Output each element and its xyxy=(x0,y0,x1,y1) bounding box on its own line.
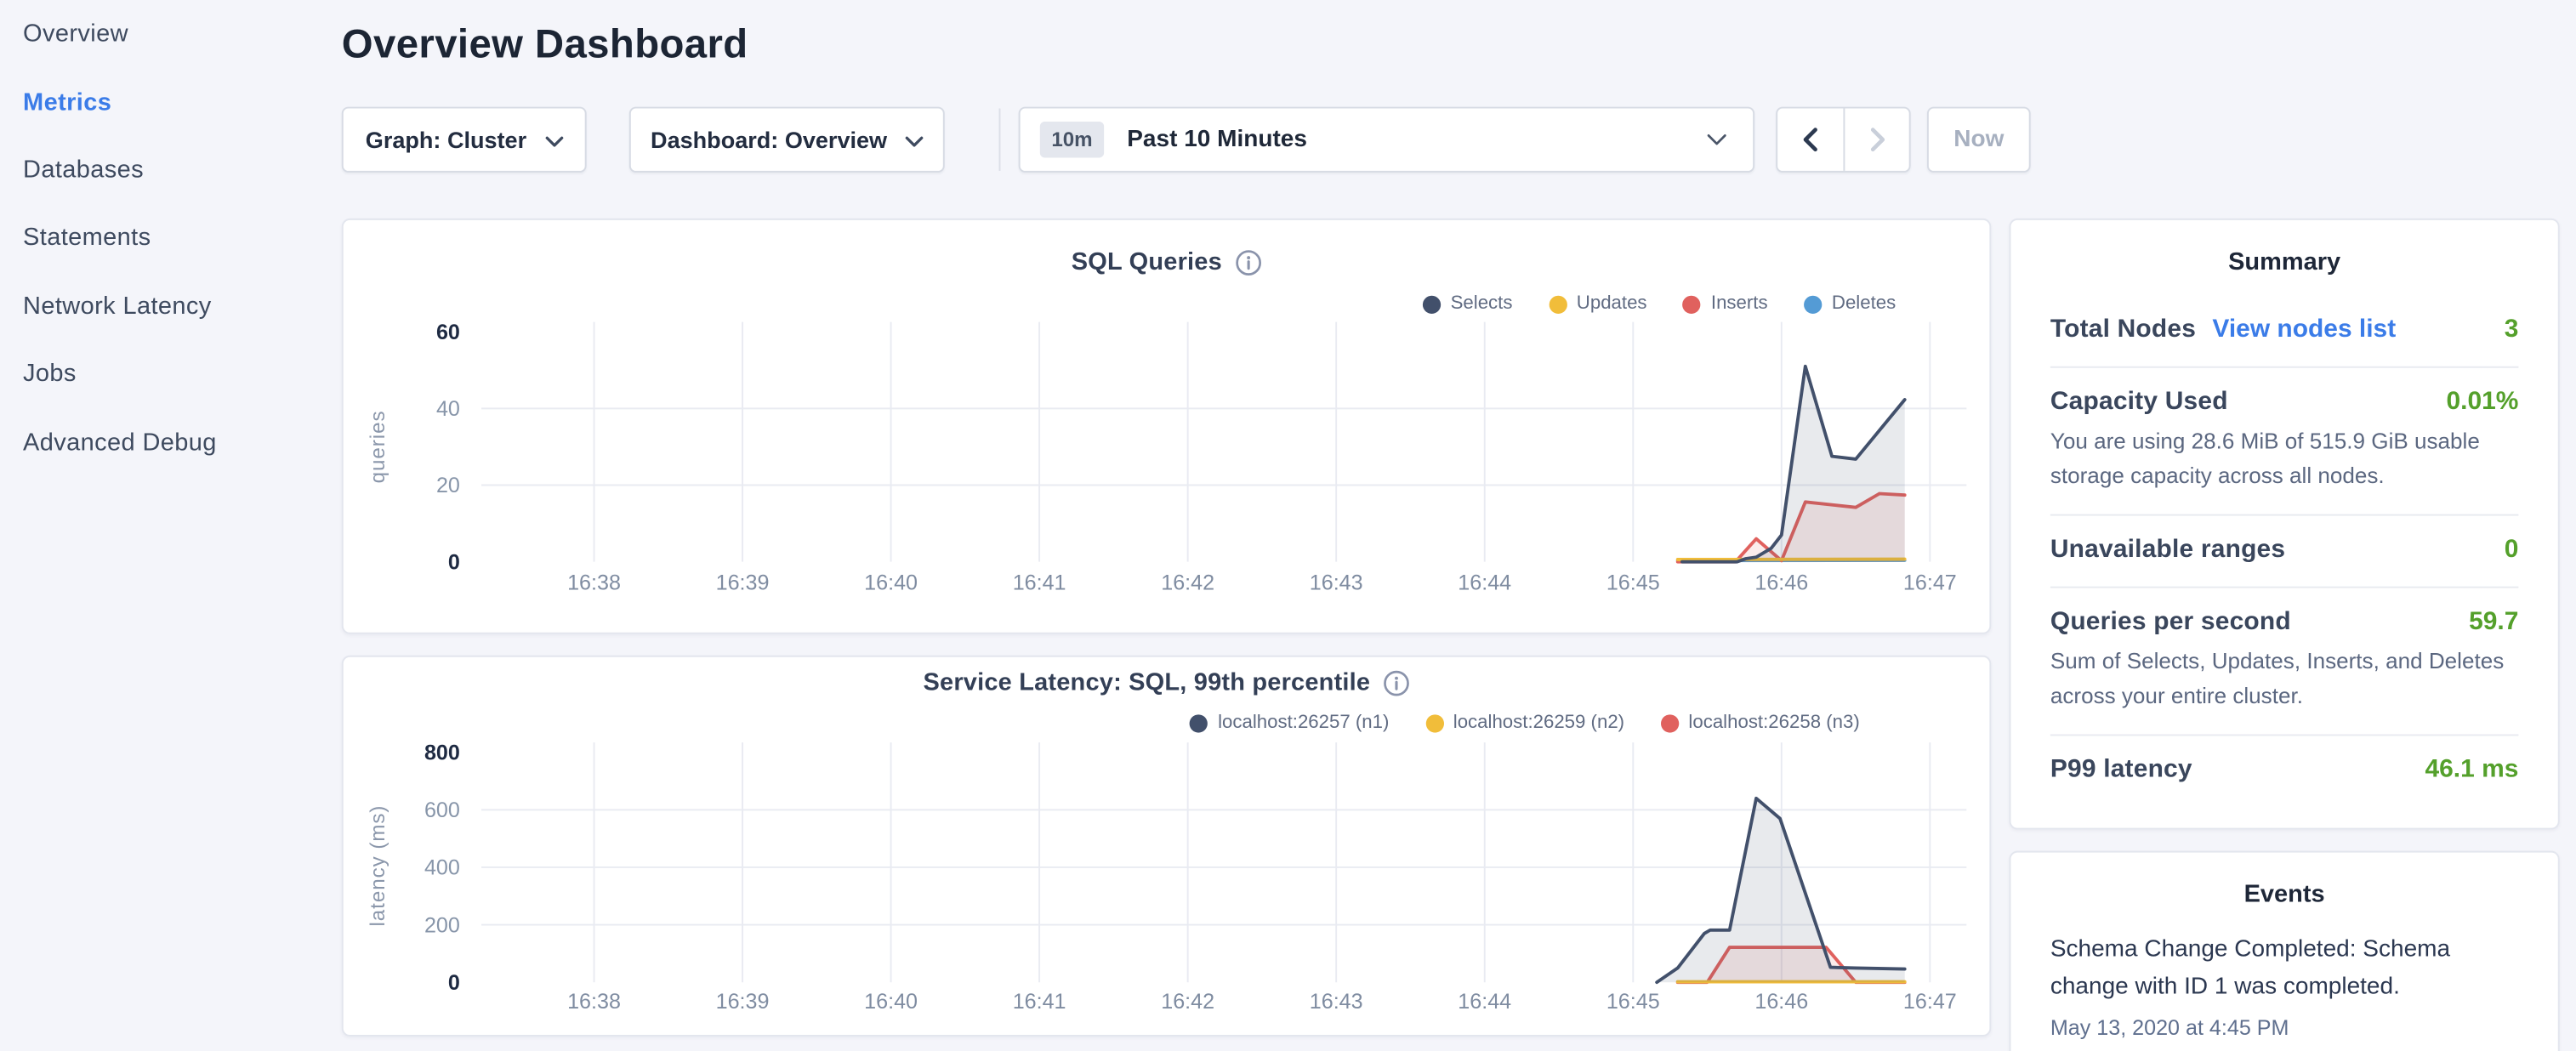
y-axis-title: latency (ms) xyxy=(367,805,390,927)
sql-queries-chart-card: SQL Queries SelectsUpdatesInsertsDeletes… xyxy=(342,219,1991,634)
x-tick-label: 16:41 xyxy=(1013,990,1066,1014)
summary-row-line: Total Nodes View nodes list 3 xyxy=(2050,315,2519,345)
summary-row: Capacity Used 0.01% You are using 28.6 MiB… xyxy=(2050,366,2519,514)
x-tick-label: 16:42 xyxy=(1161,990,1214,1014)
summary-rows: Total Nodes View nodes list 3 Capacity Used… xyxy=(2050,296,2519,807)
series-area-selects xyxy=(1682,366,1905,562)
chevron-down-icon xyxy=(905,135,923,147)
y-axis-title: queries xyxy=(367,410,390,483)
time-backward-button[interactable] xyxy=(1777,108,1843,170)
view-nodes-link[interactable]: View nodes list xyxy=(2212,315,2396,345)
events-list: Schema Change Completed: Schema change w… xyxy=(2050,931,2519,1039)
x-tick-label: 16:44 xyxy=(1458,571,1511,595)
x-tick-label: 16:39 xyxy=(716,571,770,595)
sidebar-item-statements[interactable]: Statements xyxy=(0,204,321,272)
summary-note: Sum of Selects, Updates, Inserts, and De… xyxy=(2050,645,2519,713)
sidebar-item-network-latency[interactable]: Network Latency xyxy=(0,272,321,340)
x-tick-label: 16:47 xyxy=(1903,990,1957,1014)
series-area-localhost-26257-n1- xyxy=(1657,798,1905,982)
time-window-badge: 10m xyxy=(1040,122,1104,157)
summary-row-line: P99 latency 46.1 ms xyxy=(2050,756,2519,786)
summary-row-line: Unavailable ranges 0 xyxy=(2050,536,2519,565)
summary-label: P99 latency xyxy=(2050,756,2192,786)
x-tick-label: 16:47 xyxy=(1903,571,1957,595)
y-tick-label: 400 xyxy=(424,856,460,880)
event-timestamp: May 13, 2020 at 4:45 PM xyxy=(2050,1015,2519,1040)
event-item[interactable]: Schema Change Completed: Schema change w… xyxy=(2050,931,2519,1039)
time-range-dropdown[interactable]: 10m Past 10 Minutes xyxy=(1019,107,1754,173)
x-tick-label: 16:40 xyxy=(864,571,918,595)
toolbar: Graph: Cluster Dashboard: Overview 10m P… xyxy=(342,107,2050,173)
y-tick-label: 0 xyxy=(448,971,460,995)
time-window-label: Past 10 Minutes xyxy=(1127,127,1307,153)
sidebar-item-metrics[interactable]: Metrics xyxy=(0,68,321,136)
summary-label: Capacity Used xyxy=(2050,388,2228,418)
event-text: Schema Change Completed: Schema change w… xyxy=(2050,931,2484,1007)
x-tick-label: 16:38 xyxy=(567,571,621,595)
x-tick-label: 16:44 xyxy=(1458,990,1511,1014)
summary-row: Queries per second 59.7 Sum of Selects, Up… xyxy=(2050,587,2519,735)
summary-row: P99 latency 46.1 ms xyxy=(2050,734,2519,806)
summary-note: You are using 28.6 MiB of 515.9 GiB usab… xyxy=(2050,425,2519,492)
service-latency-chart-card: Service Latency: SQL, 99th percentile lo… xyxy=(342,656,1991,1037)
y-tick-label: 200 xyxy=(424,913,460,937)
x-tick-label: 16:46 xyxy=(1754,571,1808,595)
summary-value: 0 xyxy=(2505,536,2519,565)
summary-value: 46.1 ms xyxy=(2425,756,2518,786)
x-tick-label: 16:42 xyxy=(1161,571,1214,595)
x-tick-label: 16:45 xyxy=(1606,990,1660,1014)
summary-row: Unavailable ranges 0 xyxy=(2050,514,2519,587)
sidebar-item-advanced-debug[interactable]: Advanced Debug xyxy=(0,408,321,476)
time-pager xyxy=(1776,107,1910,173)
x-tick-label: 16:41 xyxy=(1013,571,1066,595)
summary-panel: Summary Total Nodes View nodes list 3 Capac… xyxy=(2010,219,2560,830)
service-latency-plot: 16:38 16:39 16:40 16:41 16:42 16:43 16:44 16:45… xyxy=(344,657,1993,1038)
dashboard-dropdown-label: Dashboard: Overview xyxy=(651,127,887,153)
now-button[interactable]: Now xyxy=(1927,107,2031,173)
summary-row-line: Capacity Used 0.01% xyxy=(2050,388,2519,418)
sql-queries-plot: 16:38 16:39 16:40 16:41 16:42 16:43 16:44 16:45… xyxy=(344,220,1993,636)
summary-row-line: Queries per second 59.7 xyxy=(2050,608,2519,638)
gridlines xyxy=(481,322,1966,562)
sidebar-item-overview[interactable]: Overview xyxy=(0,0,321,68)
x-tick-label: 16:39 xyxy=(716,990,770,1014)
chevron-right-icon xyxy=(1868,127,1885,153)
y-tick-label: 60 xyxy=(436,321,460,344)
sidebar: OverviewMetricsDatabasesStatementsNetwor… xyxy=(0,0,321,476)
graph-dropdown[interactable]: Graph: Cluster xyxy=(342,107,587,173)
y-tick-label: 0 xyxy=(448,550,460,574)
sidebar-item-databases[interactable]: Databases xyxy=(0,136,321,204)
y-tick-label: 600 xyxy=(424,798,460,822)
summary-value: 0.01% xyxy=(2446,388,2518,418)
summary-label: Queries per second xyxy=(2050,608,2291,638)
chevron-down-icon xyxy=(1707,133,1726,145)
chevron-left-icon xyxy=(1802,127,1818,153)
summary-row: Total Nodes View nodes list 3 xyxy=(2050,296,2519,366)
x-tick-label: 16:43 xyxy=(1310,990,1363,1014)
x-tick-label: 16:43 xyxy=(1310,571,1363,595)
sidebar-list: OverviewMetricsDatabasesStatementsNetwor… xyxy=(0,0,321,476)
toolbar-divider xyxy=(999,108,1001,170)
x-tick-label: 16:46 xyxy=(1754,990,1808,1014)
summary-title: Summary xyxy=(2050,248,2519,276)
y-tick-label: 20 xyxy=(436,474,460,497)
chevron-down-icon xyxy=(544,135,562,147)
time-forward-button[interactable] xyxy=(1843,108,1908,170)
summary-label: Total Nodes xyxy=(2050,315,2196,345)
summary-label: Unavailable ranges xyxy=(2050,536,2285,565)
x-tick-label: 16:45 xyxy=(1606,571,1660,595)
page-title: Overview Dashboard xyxy=(342,23,748,69)
events-panel: Events Schema Change Completed: Schema c… xyxy=(2010,851,2560,1051)
sidebar-item-jobs[interactable]: Jobs xyxy=(0,340,321,408)
summary-value: 3 xyxy=(2505,315,2519,345)
db-console-app: OverviewMetricsDatabasesStatementsNetwor… xyxy=(0,0,2576,1051)
graph-dropdown-label: Graph: Cluster xyxy=(366,127,526,153)
events-title: Events xyxy=(2050,880,2519,908)
y-tick-label: 800 xyxy=(424,741,460,764)
x-tick-label: 16:40 xyxy=(864,990,918,1014)
dashboard-dropdown[interactable]: Dashboard: Overview xyxy=(629,107,945,173)
x-tick-label: 16:38 xyxy=(567,990,621,1014)
summary-value: 59.7 xyxy=(2469,608,2518,638)
y-tick-label: 40 xyxy=(436,397,460,421)
